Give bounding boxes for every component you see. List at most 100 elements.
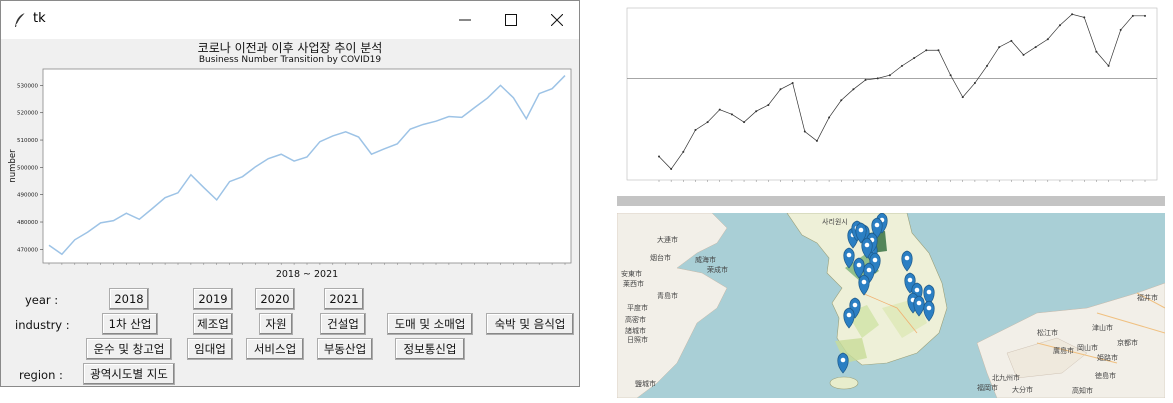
industry-label: industry :	[15, 318, 70, 332]
industry-primary-button[interactable]: 1차 산업	[102, 313, 158, 335]
map-label: 福岡市	[977, 384, 998, 392]
year-2019-button[interactable]: 2019	[193, 288, 233, 310]
main-chart-panel: Business Number Transition by COVID19 47…	[1, 53, 579, 279]
data-point	[706, 121, 709, 124]
y-tick-label: 470000	[17, 247, 38, 253]
maximize-icon	[505, 14, 517, 26]
map-label: 松江市	[1037, 329, 1058, 337]
close-button[interactable]	[534, 5, 580, 35]
data-point	[888, 74, 891, 77]
data-point	[755, 110, 758, 113]
industry-construction-button[interactable]: 건설업	[320, 313, 366, 335]
map-label: 青島市	[657, 292, 678, 300]
data-point	[1119, 28, 1122, 31]
map-label: 諸城市	[625, 327, 646, 335]
data-point	[1010, 39, 1013, 42]
data-point	[718, 108, 721, 111]
data-point	[670, 168, 673, 171]
industry-manufacturing-button[interactable]: 제조업	[193, 313, 233, 335]
map-label: 姫路市	[1097, 354, 1118, 362]
region-map[interactable]: 大連市 烟台市 威海市 荣成市 青島市 安東市 莱西市 平度市 高密市 日照市 …	[617, 213, 1165, 398]
industry-real-estate-button[interactable]: 부동산업	[317, 338, 373, 360]
data-point	[694, 128, 697, 131]
data-point	[876, 77, 879, 80]
y-tick-label: 490000	[17, 193, 38, 199]
industry-rental-button[interactable]: 임대업	[187, 338, 233, 360]
map-label: 津山市	[1092, 324, 1113, 332]
minimize-icon	[459, 19, 471, 21]
data-point	[682, 150, 685, 153]
data-point	[937, 49, 940, 52]
data-point	[828, 116, 831, 119]
minimize-button[interactable]	[442, 5, 488, 35]
map-label: 烟台市	[650, 254, 671, 262]
data-point	[986, 64, 989, 67]
data-point	[925, 49, 928, 52]
window-title: tk	[33, 11, 46, 26]
data-point	[852, 88, 855, 91]
data-point	[901, 64, 903, 67]
map-label: 廣島市	[1053, 347, 1074, 355]
map-label: 사리원시	[822, 218, 848, 226]
app-window: tk 코로나 이전과 이후 사업장 추이 분석 Business Number …	[0, 0, 580, 387]
x-axis-label: 2018 ~ 2021	[276, 269, 338, 279]
data-point	[1022, 53, 1025, 56]
region-label: region :	[19, 368, 63, 382]
industry-services-button[interactable]: 서비스업	[246, 338, 304, 360]
year-label: year :	[25, 293, 59, 307]
map-label: 岡山市	[1077, 344, 1098, 352]
close-icon	[551, 14, 563, 26]
data-point	[1046, 38, 1049, 41]
data-point	[973, 82, 976, 85]
y-tick-label: 480000	[17, 220, 38, 226]
data-point	[1131, 14, 1134, 17]
data-point	[1083, 16, 1086, 19]
y-tick-label: 500000	[17, 165, 38, 171]
data-point	[815, 139, 818, 142]
year-2020-button[interactable]: 2020	[255, 288, 295, 310]
industry-transport-storage-button[interactable]: 운수 및 창고업	[86, 338, 172, 360]
industry-ict-button[interactable]: 정보통신업	[395, 338, 465, 360]
data-point	[1034, 46, 1037, 49]
data-point	[864, 78, 867, 81]
y-tick-label: 520000	[17, 111, 38, 117]
data-point	[743, 121, 746, 124]
region-map-button[interactable]: 광역시도별 지도	[83, 363, 175, 385]
title-bar[interactable]: tk	[1, 1, 579, 39]
map-canvas[interactable]	[617, 213, 1165, 398]
plot-area	[626, 7, 1158, 181]
map-label: 安東市	[621, 270, 642, 278]
year-2021-button[interactable]: 2021	[324, 288, 364, 310]
year-2018-button[interactable]: 2018	[109, 288, 149, 310]
data-point	[913, 57, 916, 60]
map-label: 大連市	[657, 236, 678, 244]
scrollbar-divider[interactable]	[617, 196, 1165, 206]
feather-icon	[15, 12, 26, 27]
maximize-button[interactable]	[488, 5, 534, 35]
main-line-chart: 470000 480000 490000 500000 510000 520000 5300…	[8, 68, 572, 279]
secondary-line-chart	[626, 7, 1158, 182]
data-point	[961, 96, 964, 99]
data-point	[1107, 64, 1110, 67]
map-label: 大分市	[1012, 386, 1033, 394]
map-label: 徳島市	[1095, 372, 1116, 380]
secondary-chart-panel	[617, 0, 1165, 190]
industry-wholesale-retail-button[interactable]: 도매 및 소매업	[387, 313, 473, 335]
data-point	[791, 82, 794, 85]
y-tick-label: 530000	[17, 83, 38, 89]
map-label: 莱西市	[623, 280, 644, 288]
data-point	[1144, 14, 1146, 17]
industry-resources-button[interactable]: 자원	[259, 313, 293, 335]
data-point	[767, 103, 770, 106]
data-point	[1095, 50, 1098, 53]
data-point	[779, 88, 782, 91]
map-label: 荣成市	[707, 266, 728, 274]
data-point	[730, 113, 733, 116]
map-label: 平度市	[627, 304, 648, 312]
map-label: 威海市	[695, 256, 716, 264]
data-point	[840, 99, 843, 102]
map-label: 高知市	[1072, 387, 1093, 395]
map-label: 京都市	[1117, 339, 1138, 347]
industry-lodging-food-button[interactable]: 숙박 및 음식업	[486, 313, 574, 335]
map-label: 鹽城市	[635, 380, 656, 388]
